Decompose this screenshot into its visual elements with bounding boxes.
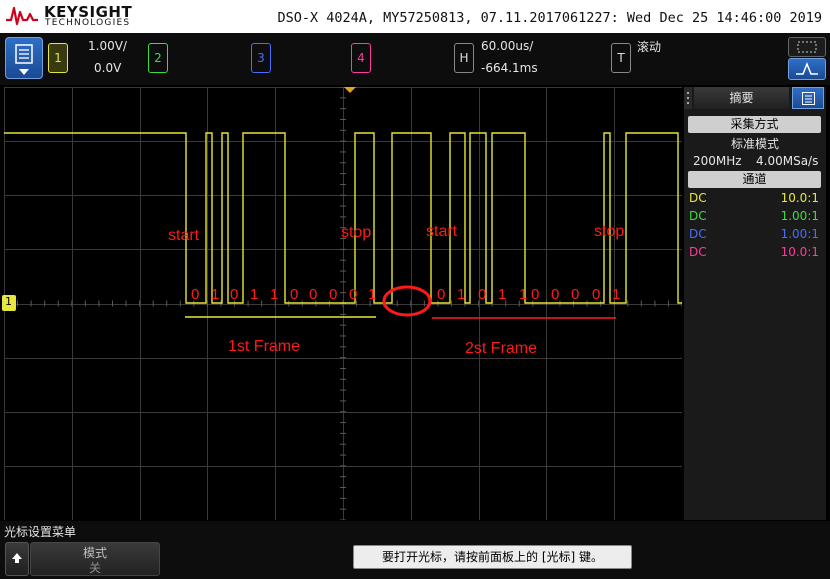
softkey-bar: 光标设置菜单 模式 关 要打开光标，请按前面板上的 [光标] 键。 (0, 521, 830, 579)
trigger-edge-icon (796, 62, 818, 75)
bit-value: 0 (571, 286, 580, 303)
waveform-display (4, 87, 682, 520)
channel-2-button[interactable]: 2 (148, 43, 168, 73)
channel-1-offset: 0.0V (94, 61, 122, 75)
trigger-mode: 滚动 (637, 40, 662, 54)
title-bar: KEYSIGHT TECHNOLOGIES DSO-X 4024A, MY572… (0, 0, 830, 33)
menu-list-icon (15, 44, 33, 64)
bit-value: 1 (211, 286, 220, 303)
frame-1-label: 1st Frame (228, 338, 301, 355)
channel-coupling: DC (689, 245, 707, 259)
summary-panel: 摘要 采集方式 标准模式 200MHz 4.00MSa/s 通道 DC 10.0:… (684, 87, 826, 520)
bit-value: 0 (349, 286, 358, 303)
arrow-up-icon (12, 553, 22, 563)
acquisition-mode: 标准模式 (730, 137, 779, 151)
channel-probe-ratio: 1.00:1 (780, 227, 819, 241)
trigger-button[interactable]: T (611, 43, 631, 73)
sample-rate: 4.00MSa/s (756, 154, 819, 168)
bit-value: 1 (612, 286, 621, 303)
bit-value: 1 (457, 286, 466, 303)
bit-value: 0 (592, 286, 601, 303)
frame-2-start-label: start (426, 223, 458, 240)
frame-1-start-label: start (168, 227, 200, 244)
bit-value: 0 (230, 286, 239, 303)
bandwidth: 200MHz (693, 154, 742, 168)
zoom-button[interactable] (788, 37, 826, 57)
channel-coupling: DC (689, 191, 707, 205)
bit-value: 1 (270, 286, 279, 303)
panel-collapse-handle[interactable] (684, 87, 692, 109)
channel-probe-ratio: 1.00:1 (780, 209, 819, 223)
keysight-logo-icon (6, 6, 38, 26)
channel-1-button[interactable]: 1 (48, 43, 68, 73)
timebase-value: 60.00us/ (481, 39, 534, 53)
channel-1-ground-marker[interactable]: 1 (2, 295, 16, 311)
mode-softkey-value: 关 (88, 561, 101, 575)
horizontal-button[interactable]: H (454, 43, 474, 73)
bit-value: 0 (329, 286, 338, 303)
bit-value: 1 (498, 286, 507, 303)
brand-subtitle: TECHNOLOGIES (45, 18, 131, 28)
cursor-hint-message: 要打开光标，请按前面板上的 [光标] 键。 (353, 545, 632, 569)
chevron-down-icon (19, 69, 29, 75)
delay-value: -664.1ms (481, 61, 538, 75)
panel-list-button[interactable] (792, 87, 824, 109)
softkey-menu-title: 光标设置菜单 (4, 525, 77, 539)
frame-2-stop-label: stop (594, 223, 625, 240)
tab-summary[interactable]: 摘要 (694, 87, 789, 109)
bit-value: 0 (437, 286, 446, 303)
ground-marker-label: 1 (5, 295, 12, 308)
channel-probe-ratio: 10.0:1 (780, 245, 819, 259)
acquisition-header: 采集方式 (688, 116, 821, 133)
frame-1-stop-label: stop (341, 224, 372, 241)
main-menu-button[interactable] (5, 37, 43, 79)
zoom-box-icon (797, 41, 817, 53)
channel-3-button[interactable]: 3 (251, 43, 271, 73)
bit-value: 0 (191, 286, 200, 303)
autoscale-button[interactable] (788, 58, 826, 80)
channel-1-scale: 1.00V/ (88, 39, 127, 53)
control-bar: 1 1.00V/ 0.0V 2 3 4 H 60.00us/ -664.1ms … (0, 33, 830, 85)
bit-value: 1 (368, 286, 377, 303)
channel-4-button[interactable]: 4 (351, 43, 371, 73)
bit-value: 1 (519, 286, 528, 303)
idle-gap-circle (382, 285, 432, 317)
channel-coupling: DC (689, 227, 707, 241)
bit-value: 0 (290, 286, 299, 303)
bit-value: 0 (531, 286, 540, 303)
bit-value: 0 (309, 286, 318, 303)
channels-header: 通道 (688, 171, 821, 188)
bit-value: 1 (250, 286, 259, 303)
channel-probe-ratio: 10.0:1 (780, 191, 819, 205)
frame-2-label: 2st Frame (465, 340, 538, 357)
channel-coupling: DC (689, 209, 707, 223)
instrument-id-line: DSO-X 4024A, MY57250813, 07.11.201706122… (277, 10, 822, 26)
bit-value: 0 (551, 286, 560, 303)
back-button[interactable] (5, 542, 29, 576)
mode-softkey[interactable]: 模式 关 (30, 542, 160, 576)
trigger-position-marker (344, 87, 356, 93)
list-icon (802, 92, 815, 105)
bit-value: 0 (478, 286, 487, 303)
